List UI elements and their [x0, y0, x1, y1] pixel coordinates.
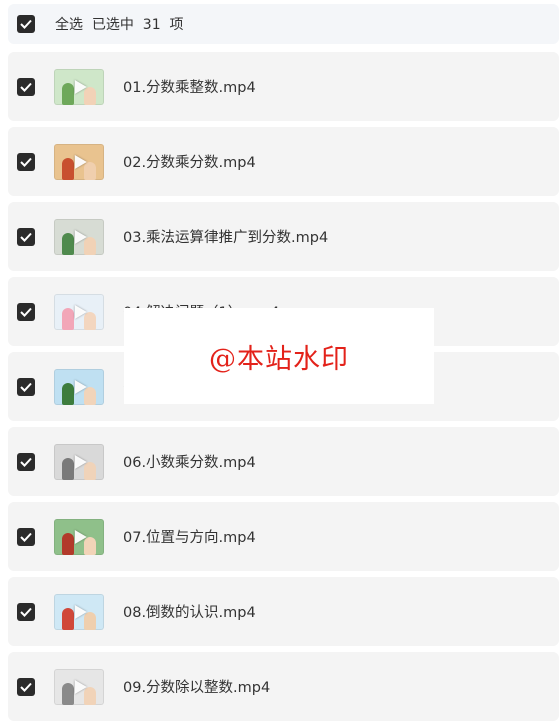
check-icon: [20, 19, 32, 29]
video-thumbnail[interactable]: [54, 368, 104, 405]
thumbnail-figure: [62, 607, 74, 630]
select-all-bar: 全选 已选中 31 项: [8, 4, 559, 44]
thumbnail-figure: [62, 307, 74, 330]
video-thumbnail[interactable]: [54, 668, 104, 705]
file-name: 08.倒数的认识.mp4: [123, 605, 256, 621]
file-name: 03.乘法运算律推广到分数.mp4: [123, 230, 329, 246]
watermark: @本站水印: [124, 308, 434, 404]
file-name: 06.小数乘分数.mp4: [123, 455, 256, 471]
play-icon: [74, 604, 87, 619]
file-checkbox[interactable]: [17, 152, 35, 171]
file-row[interactable]: 07.位置与方向.mp4: [8, 502, 559, 571]
check-icon: [20, 607, 32, 617]
file-row[interactable]: 02.分数乘分数.mp4: [8, 127, 559, 196]
file-checkbox[interactable]: [17, 527, 35, 546]
check-icon: [20, 232, 32, 242]
check-icon: [20, 682, 32, 692]
file-row[interactable]: 09.分数除以整数.mp4: [8, 652, 559, 721]
check-icon: [20, 307, 32, 317]
file-checkbox[interactable]: [17, 602, 35, 621]
thumbnail-figure: [62, 82, 74, 105]
play-icon: [74, 529, 87, 544]
file-row[interactable]: 01.分数乘整数.mp4: [8, 52, 559, 121]
play-icon: [74, 379, 87, 394]
thumbnail-figure: [62, 232, 74, 255]
select-all-checkbox[interactable]: [17, 15, 35, 33]
check-icon: [20, 532, 32, 542]
file-name: 07.位置与方向.mp4: [123, 530, 256, 546]
video-thumbnail[interactable]: [54, 143, 104, 180]
play-icon: [74, 454, 87, 469]
file-checkbox[interactable]: [17, 77, 35, 96]
video-thumbnail[interactable]: [54, 68, 104, 105]
file-checkbox[interactable]: [17, 377, 35, 396]
video-thumbnail[interactable]: [54, 443, 104, 480]
check-icon: [20, 82, 32, 92]
video-thumbnail[interactable]: [54, 293, 104, 330]
thumbnail-figure: [62, 457, 74, 480]
thumbnail-figure: [62, 682, 74, 705]
check-icon: [20, 157, 32, 167]
play-icon: [74, 229, 87, 244]
thumbnail-figure: [62, 382, 74, 405]
file-name: 01.分数乘整数.mp4: [123, 80, 256, 96]
watermark-text: @本站水印: [209, 343, 349, 375]
thumbnail-figure: [62, 157, 74, 180]
play-icon: [74, 679, 87, 694]
file-row[interactable]: 08.倒数的认识.mp4: [8, 577, 559, 646]
video-thumbnail[interactable]: [54, 518, 104, 555]
file-row[interactable]: 03.乘法运算律推广到分数.mp4: [8, 202, 559, 271]
play-icon: [74, 79, 87, 94]
file-checkbox[interactable]: [17, 677, 35, 696]
file-checkbox[interactable]: [17, 302, 35, 321]
file-name: 09.分数除以整数.mp4: [123, 680, 271, 696]
check-icon: [20, 382, 32, 392]
file-checkbox[interactable]: [17, 452, 35, 471]
file-checkbox[interactable]: [17, 227, 35, 246]
file-row[interactable]: 06.小数乘分数.mp4: [8, 427, 559, 496]
check-icon: [20, 457, 32, 467]
thumbnail-figure: [62, 532, 74, 555]
file-name: 02.分数乘分数.mp4: [123, 155, 256, 171]
selection-summary: 全选 已选中 31 项: [55, 17, 184, 33]
play-icon: [74, 304, 87, 319]
play-icon: [74, 154, 87, 169]
video-thumbnail[interactable]: [54, 593, 104, 630]
video-thumbnail[interactable]: [54, 218, 104, 255]
